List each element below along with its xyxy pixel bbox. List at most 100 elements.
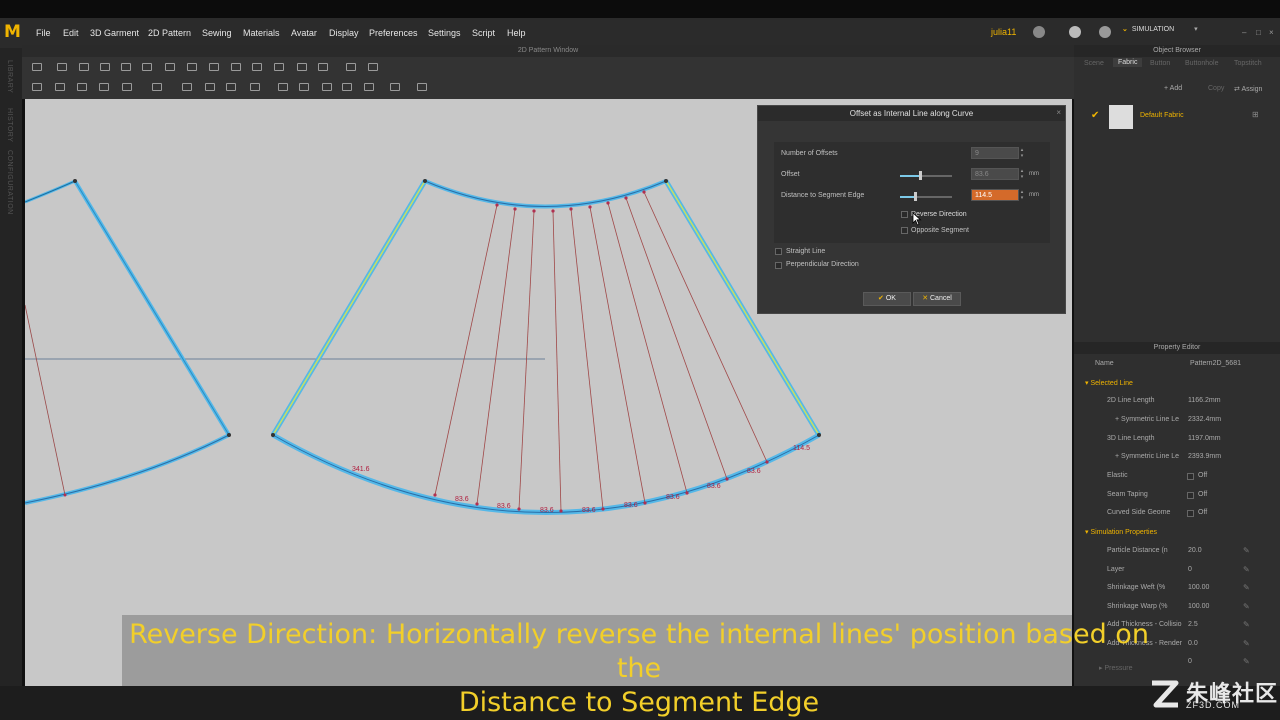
prop-value[interactable]: 100.00 — [1188, 584, 1209, 591]
curved-side-checkbox[interactable] — [1187, 510, 1194, 517]
opposite-segment-checkbox[interactable] — [901, 227, 908, 234]
tab-buttonhole[interactable]: Buttonhole — [1185, 60, 1218, 67]
pattern-tool-icon[interactable] — [322, 83, 332, 91]
pattern-tool-icon[interactable] — [364, 83, 374, 91]
minimize-icon[interactable]: – — [1242, 28, 1246, 37]
menu-3d-garment[interactable]: 3D Garment — [90, 28, 139, 38]
help-icon[interactable] — [1069, 26, 1081, 38]
menu-avatar[interactable]: Avatar — [291, 28, 317, 38]
pattern-tool-icon[interactable] — [122, 83, 132, 91]
offset-input[interactable]: 83.6 — [971, 168, 1019, 180]
tab-scene[interactable]: Scene — [1084, 60, 1104, 67]
pattern-tool-icon[interactable] — [209, 63, 219, 71]
pattern-tool-icon[interactable] — [231, 63, 241, 71]
pattern-tool-icon[interactable] — [142, 63, 152, 71]
pattern-tool-icon[interactable] — [299, 83, 309, 91]
library-tab[interactable]: LIBRARY — [6, 60, 13, 93]
fabric-name[interactable]: Default Fabric — [1140, 112, 1184, 119]
pattern-tool-icon[interactable] — [250, 83, 260, 91]
pattern-tool-icon[interactable] — [55, 83, 65, 91]
cloud-icon[interactable] — [1033, 26, 1045, 38]
tab-button[interactable]: Button — [1150, 60, 1170, 67]
ok-button[interactable]: ✔ OK — [863, 292, 911, 306]
pattern-tool-icon[interactable] — [152, 83, 162, 91]
dialog-close-icon[interactable]: × — [1056, 108, 1061, 117]
pattern-tool-icon[interactable] — [57, 63, 67, 71]
number-of-offsets-input[interactable]: 9 — [971, 147, 1019, 159]
tab-topstitch[interactable]: Topstitch — [1234, 60, 1262, 67]
tab-fabric[interactable]: Fabric — [1113, 58, 1143, 67]
pattern-tool-icon[interactable] — [182, 83, 192, 91]
menu-help[interactable]: Help — [507, 28, 526, 38]
pattern-tool-icon[interactable] — [187, 63, 197, 71]
perpendicular-direction-checkbox[interactable] — [775, 262, 782, 269]
pattern-tool-icon[interactable] — [252, 63, 262, 71]
configuration-tab[interactable]: CONFIGURATION — [6, 150, 13, 215]
pattern-tool-icon[interactable] — [79, 63, 89, 71]
history-tab[interactable]: HISTORY — [6, 108, 13, 142]
pattern-tool-icon[interactable] — [297, 63, 307, 71]
edit-icon[interactable]: ✎ — [1243, 583, 1250, 592]
menu-edit[interactable]: Edit — [63, 28, 79, 38]
pattern-tool-icon[interactable] — [342, 83, 352, 91]
name-value[interactable]: Pattern2D_5681 — [1190, 360, 1241, 367]
pattern-tool-icon[interactable] — [205, 83, 215, 91]
distance-spinner[interactable]: ▴ ▾ — [1019, 189, 1025, 201]
prop-value[interactable]: 20.0 — [1188, 547, 1202, 554]
prop-value[interactable]: 0 — [1188, 658, 1192, 665]
prop-value[interactable]: 0 — [1188, 566, 1192, 573]
elastic-checkbox[interactable] — [1187, 473, 1194, 480]
menu-preferences[interactable]: Preferences — [369, 28, 418, 38]
user-name[interactable]: julia11 — [991, 27, 1016, 37]
edit-icon[interactable]: ✎ — [1243, 546, 1250, 555]
menu-materials[interactable]: Materials — [243, 28, 280, 38]
fabric-thumbnail[interactable] — [1109, 105, 1133, 129]
opposite-segment-label[interactable]: Opposite Segment — [911, 227, 969, 234]
pattern-tool-icon[interactable] — [32, 63, 42, 71]
pattern-tool-icon[interactable] — [278, 83, 288, 91]
edit-icon[interactable]: ✎ — [1243, 639, 1250, 648]
pattern-tool-icon[interactable] — [32, 83, 42, 91]
menu-settings[interactable]: Settings — [428, 28, 461, 38]
pattern-tool-icon[interactable] — [368, 63, 378, 71]
straight-line-checkbox[interactable] — [775, 248, 782, 255]
edit-icon[interactable]: ✎ — [1243, 565, 1250, 574]
pattern-tool-icon[interactable] — [274, 63, 284, 71]
number-of-offsets-spinner[interactable]: ▴ ▾ — [1019, 147, 1025, 159]
pattern-tool-icon[interactable] — [346, 63, 356, 71]
offset-slider[interactable] — [900, 171, 952, 180]
prop-value[interactable]: 2.5 — [1188, 621, 1198, 628]
offset-spinner[interactable]: ▴ ▾ — [1019, 168, 1025, 180]
edit-icon[interactable]: ✎ — [1243, 620, 1250, 629]
edit-icon[interactable]: ✎ — [1243, 657, 1250, 666]
cancel-button[interactable]: ✕ Cancel — [913, 292, 961, 306]
pattern-tool-icon[interactable] — [226, 83, 236, 91]
mode-selector[interactable]: ⌄ SIMULATION ▾ — [1122, 25, 1214, 39]
distance-slider[interactable] — [900, 192, 952, 201]
simulation-properties-section[interactable]: ▾ Simulation Properties — [1085, 528, 1157, 536]
fabric-options-icon[interactable]: ⊞ — [1252, 110, 1259, 119]
menu-display[interactable]: Display — [329, 28, 359, 38]
straight-line-label[interactable]: Straight Line — [786, 248, 825, 255]
edit-icon[interactable]: ✎ — [1243, 602, 1250, 611]
menu-script[interactable]: Script — [472, 28, 495, 38]
seam-taping-checkbox[interactable] — [1187, 492, 1194, 499]
pattern-tool-icon[interactable] — [417, 83, 427, 91]
pattern-tool-icon[interactable] — [165, 63, 175, 71]
pattern-tool-icon[interactable] — [100, 63, 110, 71]
menu-file[interactable]: File — [36, 28, 51, 38]
menu-2d-pattern[interactable]: 2D Pattern — [148, 28, 191, 38]
copy-button[interactable]: Copy — [1208, 85, 1224, 92]
add-button[interactable]: + Add — [1164, 85, 1182, 92]
pattern-tool-icon[interactable] — [121, 63, 131, 71]
settings-icon[interactable] — [1099, 26, 1111, 38]
distance-input[interactable]: 114.5 — [971, 189, 1019, 201]
prop-value[interactable]: 100.00 — [1188, 603, 1209, 610]
reverse-direction-checkbox[interactable] — [901, 211, 908, 218]
pattern-tool-icon[interactable] — [390, 83, 400, 91]
menu-sewing[interactable]: Sewing — [202, 28, 232, 38]
prop-value[interactable]: 0.0 — [1188, 640, 1198, 647]
pattern-tool-icon[interactable] — [77, 83, 87, 91]
assign-button[interactable]: ⇄ Assign — [1234, 85, 1262, 93]
pattern-tool-icon[interactable] — [99, 83, 109, 91]
